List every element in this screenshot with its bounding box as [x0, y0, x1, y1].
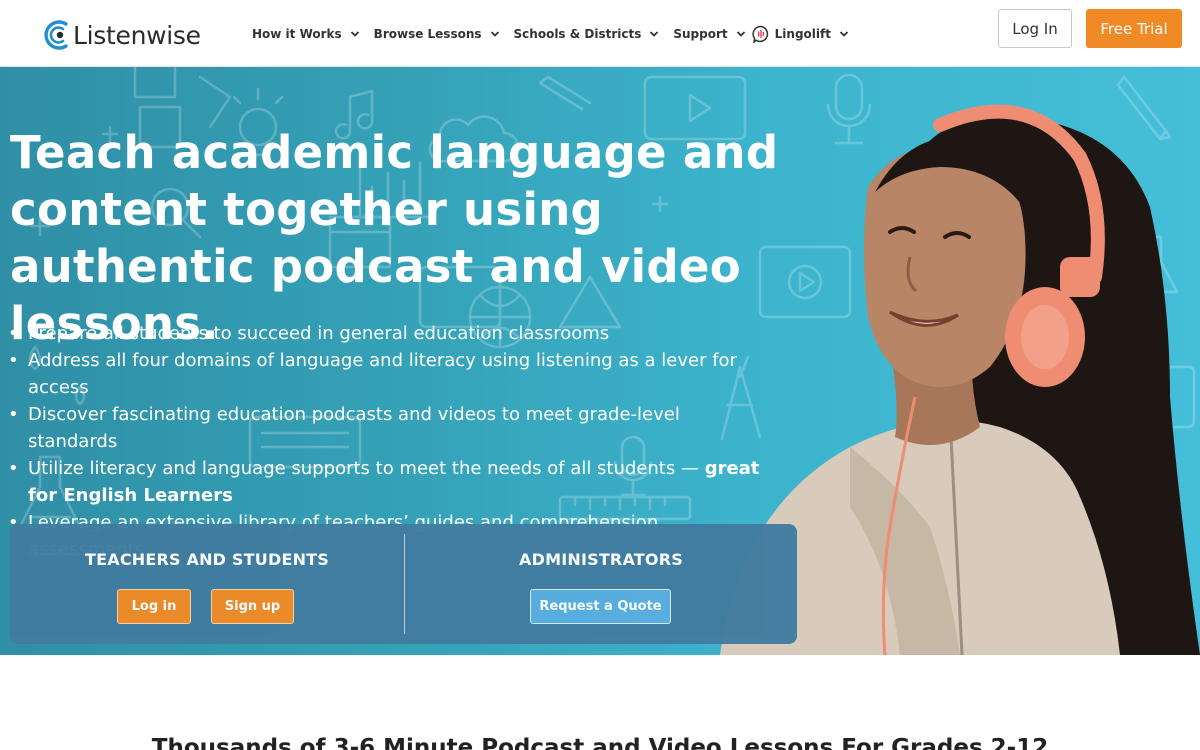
feature-text: Prepare all students to succeed in gener…: [28, 323, 610, 344]
nav-schools-districts[interactable]: Schools & Districts: [514, 27, 660, 41]
hero-headline: Teach academic language and content toge…: [10, 126, 779, 350]
chevron-down-icon: [490, 31, 499, 37]
header-login-button[interactable]: Log In: [998, 9, 1072, 48]
pencil-icon: [538, 75, 592, 111]
nav-how-it-works[interactable]: How it Works: [252, 27, 360, 41]
nav-lingolift-label: Lingolift: [774, 27, 831, 41]
signup-panel: TEACHERS AND STUDENTS Log in Sign up ADM…: [10, 524, 797, 644]
nav-support[interactable]: Support: [673, 27, 745, 41]
feature-item: Discover fascinating education podcasts …: [8, 401, 768, 455]
administrators-heading: ADMINISTRATORS: [519, 550, 683, 569]
nav-lingolift[interactable]: Lingolift: [752, 25, 849, 43]
request-quote-button[interactable]: Request a Quote: [530, 589, 671, 624]
section-heading: Thousands of 3-6 Minute Podcast and Vide…: [151, 735, 1049, 750]
feature-text: Address all four domains of language and…: [28, 350, 737, 398]
nav-browse-lessons[interactable]: Browse Lessons: [374, 27, 500, 41]
teacher-login-button[interactable]: Log in: [117, 589, 191, 624]
nav-browse-lessons-label: Browse Lessons: [373, 27, 482, 41]
top-navigation: Listenwise How it Works Browse Lessons S…: [0, 0, 1200, 67]
feature-text: Utilize literacy and language supports t…: [28, 458, 705, 479]
feature-item: Prepare all students to succeed in gener…: [8, 320, 768, 347]
feature-text: Discover fascinating education podcasts …: [28, 404, 680, 452]
chevron-down-icon: [839, 31, 849, 37]
feature-item: Utilize literacy and language supports t…: [8, 455, 768, 509]
chevron-down-icon: [736, 31, 745, 37]
teacher-signup-button[interactable]: Sign up: [211, 589, 294, 624]
panel-divider: [404, 534, 405, 634]
brand-name: Listenwise: [73, 20, 201, 50]
listenwise-logo-icon: [44, 20, 68, 50]
feature-item: Address all four domains of language and…: [8, 347, 768, 401]
teachers-students-heading: TEACHERS AND STUDENTS: [85, 550, 329, 569]
nav-how-it-works-label: How it Works: [252, 27, 342, 41]
lingolift-icon: [752, 25, 768, 43]
main-menu: How it Works Browse Lessons Schools & Di…: [252, 22, 863, 46]
free-trial-button[interactable]: Free Trial: [1086, 9, 1182, 48]
chevron-down-icon: [350, 31, 359, 37]
hero-banner: Teach academic language and content toge…: [0, 67, 1200, 655]
brand-logo[interactable]: Listenwise: [44, 18, 201, 52]
chevron-down-icon: [650, 31, 659, 37]
nav-support-label: Support: [673, 27, 728, 41]
nav-schools-districts-label: Schools & Districts: [513, 27, 642, 41]
